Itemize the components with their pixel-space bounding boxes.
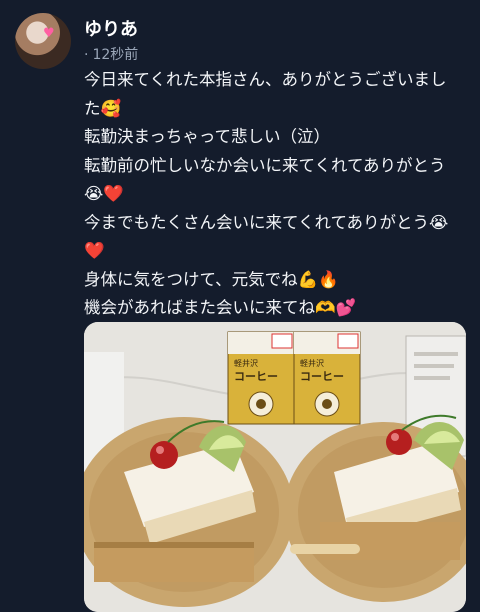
post-text-line: 今日来てくれた本指さん、ありがとうございまし bbox=[84, 70, 447, 89]
post-card[interactable]: ♥ ゆりあ · 12秒前 今日来てくれた本指さん、ありがとうございまし た🥰 転勤… bbox=[0, 0, 480, 612]
post-meta: · 12秒前 bbox=[84, 44, 138, 64]
carton-brand-left: 軽井沢 bbox=[234, 358, 258, 368]
post-text-line: た🥰 bbox=[84, 98, 122, 118]
cake-left bbox=[84, 417, 294, 607]
post-text-line: 転勤前の忙しいなか会いに来てくれてありがとう bbox=[84, 155, 446, 175]
post-text-line: 転勤決まっちゃって悲しい（泣） bbox=[84, 127, 331, 146]
post-time[interactable]: 12秒前 bbox=[92, 47, 138, 63]
meta-dot: · bbox=[84, 47, 89, 63]
carton-label-left: コーヒー bbox=[234, 370, 278, 383]
carton-label-right: コーヒー bbox=[300, 370, 344, 383]
heart-sticker-icon: ♥ bbox=[43, 26, 55, 41]
post-text: 今日来てくれた本指さん、ありがとうございまし た🥰 転勤決まっちゃって悲しい（泣… bbox=[84, 66, 470, 323]
carton-brand-right: 軽井沢 bbox=[300, 358, 324, 368]
post-text-line: 機会があればまた会いに来てね🫶💕 bbox=[84, 298, 357, 317]
post-text-line: 身体に気をつけて、元気でね💪🔥 bbox=[84, 269, 339, 289]
post-text-line: ❤️ bbox=[84, 241, 105, 260]
username[interactable]: ゆりあ bbox=[84, 15, 138, 41]
post-photo[interactable]: 軽井沢 コーヒー 軽井沢 コーヒー bbox=[84, 322, 466, 612]
coffee-carton-right: 軽井沢 コーヒー bbox=[293, 331, 361, 425]
avatar[interactable]: ♥ bbox=[15, 13, 71, 69]
post-text-line: 今までもたくさん会いに来てくれてありがとう😭 bbox=[84, 212, 449, 232]
post-text-line: 😭❤️ bbox=[84, 184, 124, 203]
photo-illustration: 軽井沢 コーヒー 軽井沢 コーヒー bbox=[84, 322, 466, 612]
coffee-carton-left: 軽井沢 コーヒー bbox=[227, 331, 295, 425]
